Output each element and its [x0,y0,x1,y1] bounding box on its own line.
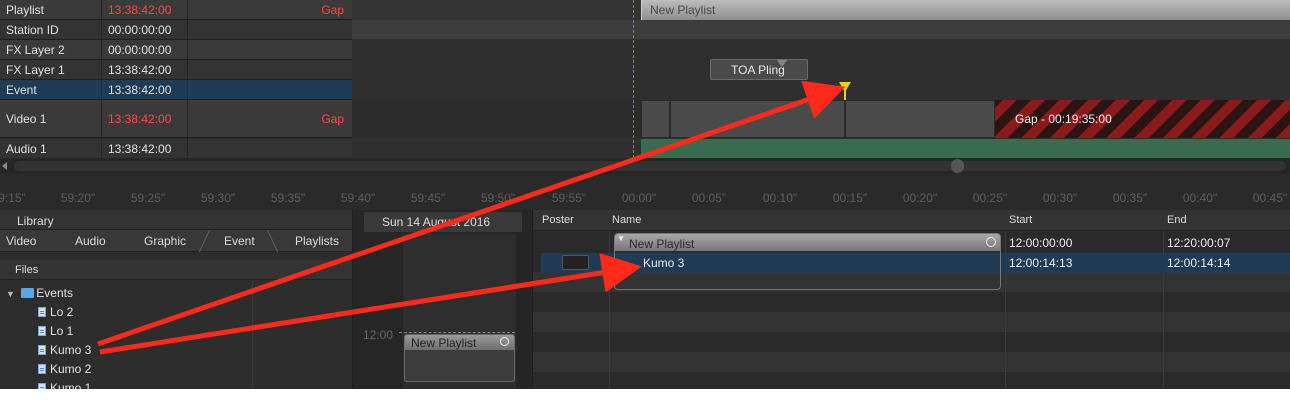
app-window: Playlist 13:38:42:00 Gap Station ID 00:0… [0,0,1290,389]
annotation-arrows [97,80,846,355]
arrow-to-playlist-item [99,252,642,355]
arrow-to-playhead [97,80,846,347]
